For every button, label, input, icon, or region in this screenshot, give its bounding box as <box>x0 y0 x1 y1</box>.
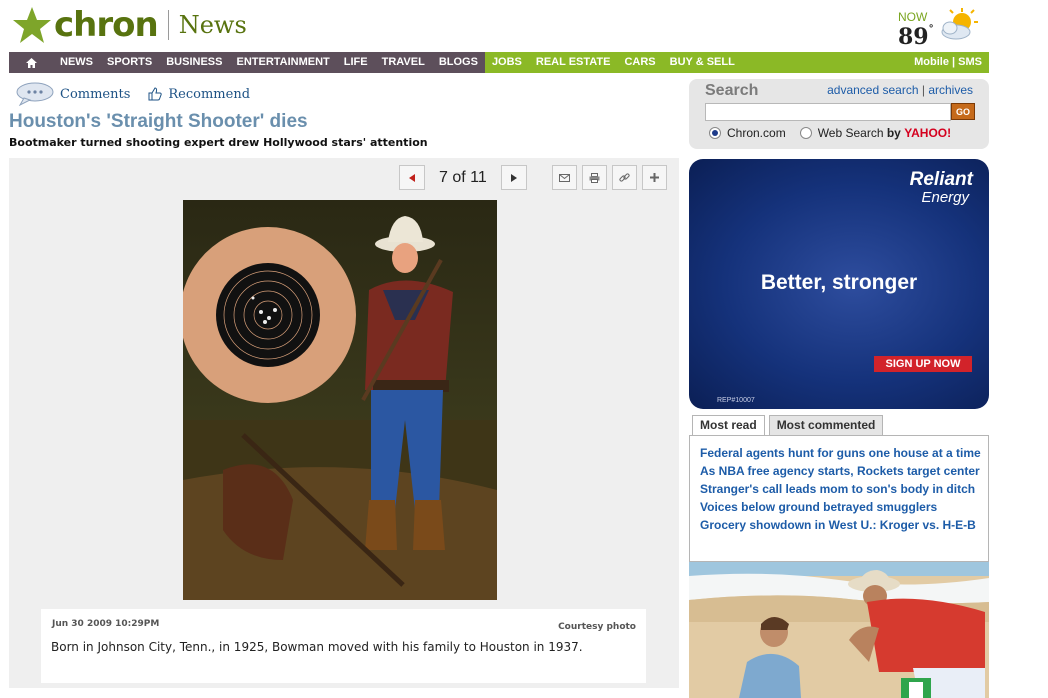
recommend-link[interactable]: Recommend <box>148 87 250 102</box>
most-read-panel: Federal agents hunt for guns one house a… <box>689 435 989 562</box>
article-deck: Bootmaker turned shooting expert drew Ho… <box>9 136 428 149</box>
tab-most-read[interactable]: Most read <box>692 415 765 436</box>
caption-date: Jun 30 2009 10:29PM <box>52 619 160 629</box>
logo-divider <box>167 10 169 40</box>
radio-chron[interactable] <box>709 127 721 139</box>
section-name: News <box>178 11 247 39</box>
nav-business[interactable]: BUSINESS <box>159 52 229 73</box>
scope-chron-label: Chron.com <box>727 126 786 140</box>
weather-widget[interactable]: NOW 89° <box>898 8 980 50</box>
chron-logo[interactable]: chron News <box>12 4 247 46</box>
prev-photo-button[interactable] <box>399 165 425 190</box>
weather-temperature: 89° <box>898 24 934 50</box>
most-tabs: Most read Most commented <box>692 415 887 436</box>
search-title: Search <box>705 82 759 99</box>
article-tools: Comments Recommend <box>16 82 268 106</box>
recommend-label: Recommend <box>168 86 251 102</box>
yahoo-logo: YAHOO! <box>904 126 952 140</box>
gallery-photo[interactable] <box>183 200 497 600</box>
ad-headline: Better, stronger <box>760 271 918 294</box>
advanced-search-link[interactable]: advanced search <box>827 83 918 97</box>
nav-blogs[interactable]: BLOGS <box>432 52 485 73</box>
nav-buy-sell[interactable]: BUY & SELL <box>663 52 742 73</box>
plus-icon <box>650 173 659 182</box>
photo-caption: Jun 30 2009 10:29PM Courtesy photo Born … <box>41 609 646 683</box>
nav-life[interactable]: LIFE <box>337 52 375 73</box>
comments-label: Comments <box>60 86 131 102</box>
nav-home[interactable] <box>9 57 53 68</box>
search-go-button[interactable]: GO <box>951 103 975 120</box>
tab-most-commented[interactable]: Most commented <box>768 415 884 435</box>
search-box: Search advanced search | archives GO Chr… <box>689 79 989 149</box>
nav-travel[interactable]: TRAVEL <box>375 52 432 73</box>
nav-real-estate[interactable]: REAL ESTATE <box>529 52 618 73</box>
nav-sports[interactable]: SPORTS <box>100 52 159 73</box>
search-links: advanced search | archives <box>827 83 973 97</box>
share-tools <box>552 165 672 190</box>
partly-sunny-icon <box>941 8 978 40</box>
logo-text: chron <box>54 5 159 45</box>
email-button[interactable] <box>552 165 577 190</box>
by-label: by <box>886 126 901 140</box>
thumbs-up-icon <box>148 87 163 101</box>
star-logo-icon <box>13 7 51 43</box>
link-separator: | <box>921 83 925 97</box>
caption-text: Born in Johnson City, Tenn., in 1925, Bo… <box>51 640 583 654</box>
scope-web[interactable]: Web Search by YAHOO! <box>799 126 952 140</box>
reliant-ad[interactable]: Reliant Energy Better, stronger SIGN UP … <box>689 159 989 409</box>
list-item[interactable]: Grocery showdown in West U.: Kroger vs. … <box>700 518 982 533</box>
home-icon <box>25 57 37 68</box>
scope-web-label: Web Search <box>817 126 884 140</box>
caption-credit: Courtesy photo <box>558 622 636 632</box>
next-photo-button[interactable] <box>500 165 527 190</box>
archives-link[interactable]: archives <box>928 83 973 97</box>
search-scope: Chron.com Web Search by YAHOO! <box>709 126 965 140</box>
beach-ad-image[interactable] <box>689 562 989 698</box>
target-board <box>183 227 356 403</box>
add-button[interactable] <box>642 165 667 190</box>
print-button[interactable] <box>582 165 607 190</box>
ad-brand-sub: Energy <box>921 189 969 206</box>
nav-entertainment[interactable]: ENTERTAINMENT <box>229 52 336 73</box>
chain-link-icon <box>619 173 630 182</box>
most-read-list: Federal agents hunt for guns one house a… <box>700 446 982 536</box>
search-input[interactable] <box>705 103 951 121</box>
nav-mobile-sms[interactable]: Mobile | SMS <box>914 52 989 73</box>
arrow-left-icon <box>409 173 415 182</box>
nav-cars[interactable]: CARS <box>617 52 662 73</box>
main-nav: NEWS SPORTS BUSINESS ENTERTAINMENT LIFE … <box>9 52 989 73</box>
nav-classifieds: JOBS REAL ESTATE CARS BUY & SELL Mobile … <box>484 52 989 73</box>
nav-primary: NEWS SPORTS BUSINESS ENTERTAINMENT LIFE … <box>9 52 485 73</box>
article-headline: Houston's 'Straight Shooter' dies <box>9 111 308 132</box>
photo-counter: 7 of 11 <box>439 168 487 186</box>
link-button[interactable] <box>612 165 637 190</box>
speech-bubble-icon <box>16 82 54 106</box>
weather-now-label: NOW <box>898 10 928 24</box>
ad-brand-name: Reliant <box>909 169 973 190</box>
gallery-pager: 7 of 11 <box>399 165 527 190</box>
radio-web[interactable] <box>799 127 812 139</box>
printer-icon <box>589 172 600 183</box>
ad-code: REP#10007 <box>717 397 755 404</box>
list-item[interactable]: Stranger's call leads mom to son's body … <box>700 482 982 497</box>
photo-gallery: 7 of 11 Jun 30 2009 10:29PM Courtesy pho… <box>9 158 679 688</box>
nav-news[interactable]: NEWS <box>53 52 100 73</box>
arrow-right-icon <box>510 173 517 182</box>
list-item[interactable]: Voices below ground betrayed smugglers <box>700 500 982 515</box>
scope-chron[interactable]: Chron.com <box>709 126 786 140</box>
ad-signup-button[interactable]: SIGN UP NOW <box>874 356 972 372</box>
nav-jobs[interactable]: JOBS <box>485 52 529 73</box>
envelope-icon <box>559 173 570 182</box>
comments-link[interactable]: Comments <box>16 82 130 106</box>
list-item[interactable]: Federal agents hunt for guns one house a… <box>700 446 982 461</box>
list-item[interactable]: As NBA free agency starts, Rockets targe… <box>700 464 982 479</box>
